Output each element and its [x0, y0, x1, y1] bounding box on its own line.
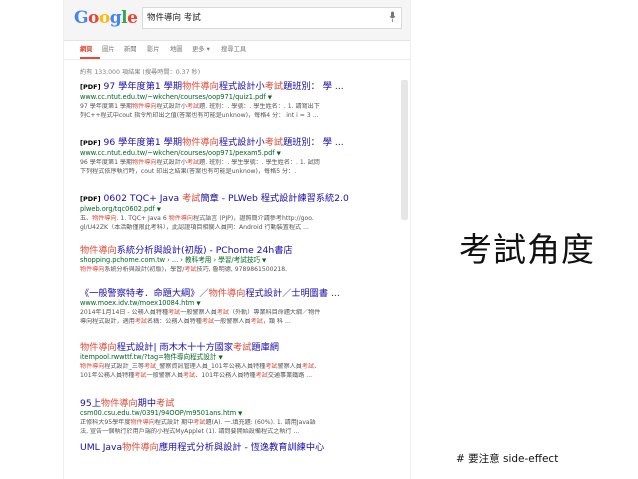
- tab-item[interactable]: 地圖: [170, 44, 183, 53]
- result-url[interactable]: www.cc.ntut.edu.tw/~wkchen/courses/oop97…: [80, 149, 400, 159]
- result-title-link[interactable]: 《一般警察特考．命題大綱》／物件導向程式設計／士明圖書 ...: [80, 288, 400, 299]
- search-input[interactable]: 物件導向 考試: [147, 11, 201, 23]
- result-title-text: 95上物件導向期中考試: [80, 398, 175, 409]
- microphone-icon[interactable]: [389, 11, 396, 23]
- result-url-text: www.cc.ntut.edu.tw/~wkchen/courses/oop97…: [80, 93, 266, 101]
- dropdown-caret-icon[interactable]: ▼: [157, 207, 161, 213]
- result-url-text: itempool.rwwttf.tw/?tag=物件導向程式設計: [80, 353, 217, 361]
- dropdown-caret-icon[interactable]: ▼: [277, 151, 281, 157]
- result-snippet: 物件導向程式設計_三等考試_警察資訊管理人員_101年公務人員特種考試警察人員考…: [80, 363, 321, 370]
- dropdown-caret-icon[interactable]: ▼: [238, 411, 242, 417]
- tab-item[interactable]: 更多 ▾: [192, 44, 210, 53]
- result-title-text: 96 學年度第1 學期物件導向程式設計小考試題班別： 學 ...: [103, 137, 344, 148]
- result-snippet: 97 學年度第1 學期物件導向程式設計小考試題. 班別：. 學號：. 學生姓名：…: [80, 103, 320, 110]
- logo-letter: G: [74, 8, 89, 28]
- dropdown-caret-icon[interactable]: ▼: [268, 95, 272, 101]
- result-title-link[interactable]: [PDF] 96 學年度第1 學期物件導向程式設計小考試題班別： 學 ...: [80, 137, 400, 149]
- logo-letter: o: [98, 8, 110, 28]
- search-result: 物件導向程式設計| 雨木木十十方國家考試題庫網 itempool.rwwttf.t…: [80, 342, 400, 380]
- result-snippet: 正修科大95學年度物件導向程式設計 期中考試題(A). 一.填充題: (60%)…: [80, 419, 316, 426]
- screenshot-panel: Google 物件導向 考試 網頁 圖片 新聞 影片 地圖 更多 ▾ 搜尋工具 約有 133…: [64, 0, 410, 479]
- logo-letter: g: [109, 8, 122, 28]
- result-title-text: 97 學年度第1 學期物件導向程式設計小考試題班別： 學 ...: [103, 81, 344, 92]
- result-title-link[interactable]: 95上物件導向期中考試: [80, 398, 400, 409]
- result-snippet: gl/U42ZK（本活動僅限此考科），此認證項目相關人員同：Android 行動…: [80, 223, 309, 231]
- result-snippet: 96 學年度第1 學期物件導向程式設計小考試題. 班別：. 學生學號：. 學生姓…: [80, 159, 320, 166]
- file-type-tag: [PDF]: [80, 139, 101, 147]
- file-type-tag: [PDF]: [80, 83, 101, 91]
- result-snippet: 法, 宣告一個執行於用戶端的小程式MyApplet (1). 請問要開始設備程式…: [80, 427, 300, 435]
- result-url-text: www.moex.idv.tw/moex10084.htm: [80, 299, 195, 307]
- result-title-link[interactable]: [PDF] 97 學年度第1 學期物件導向程式設計小考試題班別： 學 ...: [80, 81, 400, 93]
- search-tabs: 網頁 圖片 新聞 影片 地圖 更多 ▾ 搜尋工具: [80, 44, 400, 58]
- result-snippet: 列C++程式中cout 指令所印出之值(答案也有可能是unknow)，每格4 分…: [80, 111, 319, 119]
- tab-item[interactable]: 圖片: [102, 44, 115, 53]
- search-box[interactable]: 物件導向 考試: [142, 7, 402, 29]
- result-snippet: 導向程式設計，適用考試名稱：公務人員特種考試一般警察人員考試，類 科 ...: [80, 317, 291, 325]
- result-url-text: www.cc.ntut.edu.tw/~wkchen/courses/oop97…: [80, 149, 275, 157]
- result-url-text: shopping.pchome.com.tw › ... › 教科考用 › 學習…: [80, 256, 261, 264]
- search-result: [PDF] 97 學年度第1 學期物件導向程式設計小考試題班別： 學 ... www…: [80, 81, 400, 120]
- search-result: 95上物件導向期中考試 csm00.csu.edu.tw/0391/94OOP/m…: [80, 398, 400, 436]
- dropdown-caret-icon[interactable]: ▼: [196, 301, 200, 307]
- result-title-link[interactable]: 物件導向程式設計| 雨木木十十方國家考試題庫網: [80, 342, 400, 353]
- tab-item[interactable]: 網頁: [80, 44, 93, 53]
- result-url[interactable]: itempool.rwwttf.tw/?tag=物件導向程式設計 ▼: [80, 353, 400, 363]
- result-url-text: csm00.csu.edu.tw/0391/94OOP/m9501ans.htm: [80, 409, 237, 417]
- result-title-text: 物件導向程式設計| 雨木木十十方國家考試題庫網: [80, 342, 279, 353]
- result-url[interactable]: shopping.pchome.com.tw › ... › 教科考用 › 學習…: [80, 256, 400, 266]
- logo-letter: e: [127, 8, 138, 28]
- result-snippet: 101年公務人員特種考試一般警察人員考試、101年公務人員特種考試交通事業鐵路 …: [80, 371, 313, 379]
- slide-note: # 要注意 side-effect: [456, 453, 559, 465]
- result-url[interactable]: plweb.org/tqc0602.pdf ▼: [80, 205, 400, 215]
- result-snippet: 五、物件導向. 1. TQC+ Java 6 物件導向程式語言 (PJP)，證照…: [80, 215, 314, 222]
- search-result: [PDF] 96 學年度第1 學期物件導向程式設計小考試題班別： 學 ... www…: [80, 137, 400, 176]
- search-result: [PDF] 0602 TQC+ Java 考試簡章 - PLWeb 程式設計練習系…: [80, 193, 400, 232]
- result-title-text: UML Java物件導向應用程式分析與設計 - 恆逸教育訓練中心: [80, 442, 325, 453]
- result-url[interactable]: www.cc.ntut.edu.tw/~wkchen/courses/oop97…: [80, 93, 400, 103]
- tab-item[interactable]: 影片: [147, 44, 160, 53]
- slide-caption: 考試角度: [459, 230, 595, 269]
- result-title-text: 《一般警察特考．命題大綱》／物件導向程式設計／士明圖書 ...: [80, 288, 340, 299]
- result-snippet: 物件導向系統分析與設計(初版)，學習/考試技巧, 魯明德, 9789861500…: [80, 266, 288, 273]
- file-type-tag: [PDF]: [80, 195, 101, 203]
- search-result: 《一般警察特考．命題大綱》／物件導向程式設計／士明圖書 ... www.moex.…: [80, 288, 400, 326]
- result-url[interactable]: www.moex.idv.tw/moex10084.htm ▼: [80, 299, 400, 309]
- tab-item[interactable]: 新聞: [124, 44, 137, 53]
- search-result: 物件導向系統分析與設計(初版) - PChome 24h書店 shopping.p…: [80, 245, 400, 275]
- google-logo[interactable]: Google: [74, 8, 138, 28]
- dropdown-caret-icon[interactable]: ▼: [218, 355, 222, 361]
- result-title-text: 物件導向系統分析與設計(初版) - PChome 24h書店: [80, 245, 293, 256]
- result-stats: 約有 133,000 項結果 (搜尋時間：0.37 秒): [80, 69, 201, 76]
- scrollbar[interactable]: [401, 80, 408, 220]
- google-header: Google 物件導向 考試: [64, 0, 410, 41]
- tab-item[interactable]: 搜尋工具: [221, 44, 246, 53]
- search-result: UML Java物件導向應用程式分析與設計 - 恆逸教育訓練中心: [80, 442, 400, 453]
- result-url-text: plweb.org/tqc0602.pdf: [80, 205, 155, 213]
- dropdown-caret-icon[interactable]: ▼: [262, 258, 266, 264]
- result-snippet: 下列程式依序執行時，cout 印出之結果(答案也有可能是unknow)，每格5 …: [80, 167, 297, 175]
- result-title-text: 0602 TQC+ Java 考試簡章 - PLWeb 程式設計練習系統2.0: [103, 193, 349, 204]
- tabs-divider: [64, 59, 410, 60]
- result-url[interactable]: csm00.csu.edu.tw/0391/94OOP/m9501ans.htm…: [80, 409, 400, 419]
- logo-letter: o: [88, 8, 99, 28]
- result-title-link[interactable]: [PDF] 0602 TQC+ Java 考試簡章 - PLWeb 程式設計練習系…: [80, 193, 400, 205]
- result-title-link[interactable]: 物件導向系統分析與設計(初版) - PChome 24h書店: [80, 245, 400, 256]
- result-title-link[interactable]: UML Java物件導向應用程式分析與設計 - 恆逸教育訓練中心: [80, 442, 400, 453]
- result-snippet: 2014年1月14日 - 公務人員特種考試一般警察人員考試（外軌）專業科目命題大…: [80, 309, 321, 316]
